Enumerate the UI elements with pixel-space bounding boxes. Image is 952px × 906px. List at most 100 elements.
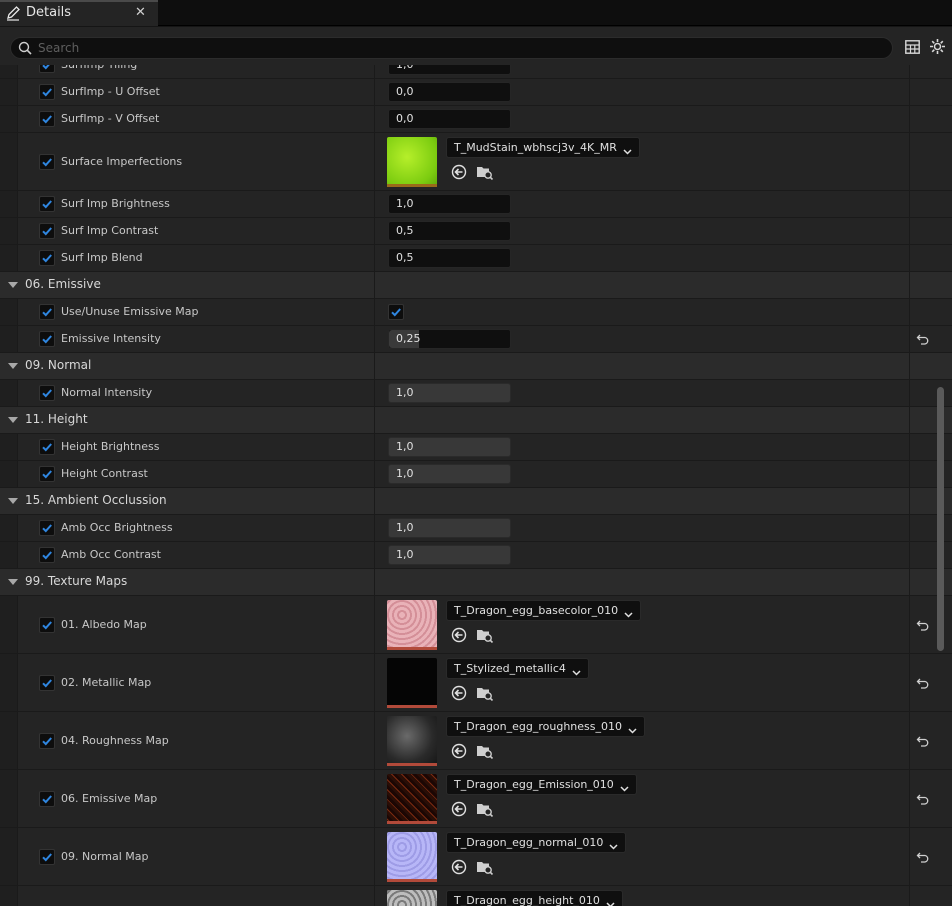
value-field[interactable]: 1,0 — [388, 518, 511, 538]
value-field[interactable]: 1,0 — [388, 383, 511, 403]
category-99-texture-maps[interactable]: 99. Texture Maps — [0, 569, 952, 596]
expand-arrow-icon[interactable] — [8, 579, 18, 585]
column-splitter[interactable] — [374, 654, 375, 711]
use-selected-icon[interactable] — [451, 627, 467, 643]
reset-to-default-icon[interactable] — [916, 677, 930, 689]
override-checkbox[interactable] — [39, 732, 55, 749]
texture-thumbnail[interactable] — [387, 774, 437, 824]
reset-to-default-icon[interactable] — [916, 793, 930, 805]
column-splitter[interactable] — [374, 380, 375, 406]
override-checkbox[interactable] — [39, 674, 55, 691]
asset-dropdown[interactable]: T_Dragon_egg_normal_010 — [446, 832, 627, 853]
asset-dropdown[interactable]: T_Stylized_metallic4 — [446, 658, 589, 679]
texture-thumbnail[interactable] — [387, 890, 437, 906]
category-15-ambient-occlussion[interactable]: 15. Ambient Occlussion — [0, 488, 952, 515]
column-splitter[interactable] — [374, 245, 375, 271]
value-checkbox[interactable] — [388, 304, 404, 320]
column-splitter[interactable] — [374, 886, 375, 906]
gear-icon[interactable] — [929, 38, 946, 55]
reset-to-default-icon[interactable] — [916, 619, 930, 631]
tab-details[interactable]: Details ✕ — [0, 0, 158, 26]
table-view-icon[interactable] — [905, 40, 920, 54]
override-checkbox[interactable] — [39, 304, 55, 320]
value-field[interactable]: 1,0 — [388, 65, 511, 75]
column-splitter[interactable] — [374, 353, 375, 379]
category-11-height[interactable]: 11. Height — [0, 407, 952, 434]
column-splitter[interactable] — [374, 106, 375, 132]
browse-asset-icon[interactable] — [476, 627, 494, 644]
browse-asset-icon[interactable] — [476, 164, 494, 181]
override-checkbox[interactable] — [39, 196, 55, 212]
column-splitter[interactable] — [374, 770, 375, 827]
browse-asset-icon[interactable] — [476, 743, 494, 760]
value-field[interactable]: 0,25 — [388, 329, 511, 349]
texture-thumbnail[interactable] — [387, 832, 437, 882]
override-checkbox[interactable] — [39, 520, 55, 536]
use-selected-icon[interactable] — [451, 743, 467, 759]
column-splitter[interactable] — [374, 65, 375, 78]
override-checkbox[interactable] — [39, 223, 55, 239]
column-splitter[interactable] — [374, 218, 375, 244]
value-field[interactable]: 1,0 — [388, 545, 511, 565]
column-splitter[interactable] — [374, 828, 375, 885]
column-splitter[interactable] — [374, 515, 375, 541]
asset-dropdown[interactable]: T_MudStain_wbhscj3v_4K_MR — [446, 137, 640, 158]
column-splitter[interactable] — [374, 712, 375, 769]
use-selected-icon[interactable] — [451, 801, 467, 817]
column-splitter[interactable] — [374, 407, 375, 433]
value-field[interactable]: 0,5 — [388, 221, 511, 241]
value-field[interactable]: 0,0 — [388, 82, 511, 102]
reset-to-default-icon[interactable] — [916, 851, 930, 863]
texture-thumbnail[interactable] — [387, 137, 437, 187]
column-splitter[interactable] — [374, 299, 375, 325]
asset-dropdown[interactable]: T_Dragon_egg_roughness_010 — [446, 716, 646, 737]
texture-thumbnail[interactable] — [387, 716, 437, 766]
browse-asset-icon[interactable] — [476, 685, 494, 702]
column-splitter[interactable] — [374, 461, 375, 487]
asset-dropdown[interactable]: T_Dragon_egg_height_010 — [446, 890, 623, 906]
value-field[interactable]: 0,0 — [388, 109, 511, 129]
reset-to-default-icon[interactable] — [916, 735, 930, 747]
value-field[interactable]: 1,0 — [388, 194, 511, 214]
expand-arrow-icon[interactable] — [8, 417, 18, 423]
column-splitter[interactable] — [374, 133, 375, 190]
category-09-normal[interactable]: 09. Normal — [0, 353, 952, 380]
override-checkbox[interactable] — [39, 848, 55, 865]
search-box[interactable] — [10, 37, 893, 59]
close-icon[interactable]: ✕ — [135, 5, 146, 20]
override-checkbox[interactable] — [39, 153, 55, 170]
use-selected-icon[interactable] — [451, 164, 467, 180]
column-splitter[interactable] — [374, 488, 375, 514]
column-splitter[interactable] — [374, 272, 375, 298]
override-checkbox[interactable] — [39, 466, 55, 482]
override-checkbox[interactable] — [39, 616, 55, 633]
override-checkbox[interactable] — [39, 547, 55, 563]
value-field[interactable]: 1,0 — [388, 464, 511, 484]
browse-asset-icon[interactable] — [476, 859, 494, 876]
texture-thumbnail[interactable] — [387, 658, 437, 708]
expand-arrow-icon[interactable] — [8, 363, 18, 369]
browse-asset-icon[interactable] — [476, 801, 494, 818]
asset-dropdown[interactable]: T_Dragon_egg_basecolor_010 — [446, 600, 642, 621]
override-checkbox[interactable] — [39, 790, 55, 807]
texture-thumbnail[interactable] — [387, 600, 437, 650]
value-field[interactable]: 1,0 — [388, 437, 511, 457]
category-06-emissive[interactable]: 06. Emissive — [0, 272, 952, 299]
override-checkbox[interactable] — [39, 84, 55, 100]
column-splitter[interactable] — [374, 191, 375, 217]
scrollbar-thumb[interactable] — [937, 387, 944, 651]
search-input[interactable] — [38, 40, 878, 56]
expand-arrow-icon[interactable] — [8, 282, 18, 288]
column-splitter[interactable] — [374, 434, 375, 460]
override-checkbox[interactable] — [39, 439, 55, 455]
asset-dropdown[interactable]: T_Dragon_egg_Emission_010 — [446, 774, 637, 795]
reset-to-default-icon[interactable] — [916, 333, 930, 345]
use-selected-icon[interactable] — [451, 685, 467, 701]
override-checkbox[interactable] — [39, 385, 55, 401]
override-checkbox[interactable] — [39, 331, 55, 347]
column-splitter[interactable] — [374, 326, 375, 352]
override-checkbox[interactable] — [39, 250, 55, 266]
column-splitter[interactable] — [374, 79, 375, 105]
column-splitter[interactable] — [374, 542, 375, 568]
override-checkbox[interactable] — [39, 65, 55, 73]
